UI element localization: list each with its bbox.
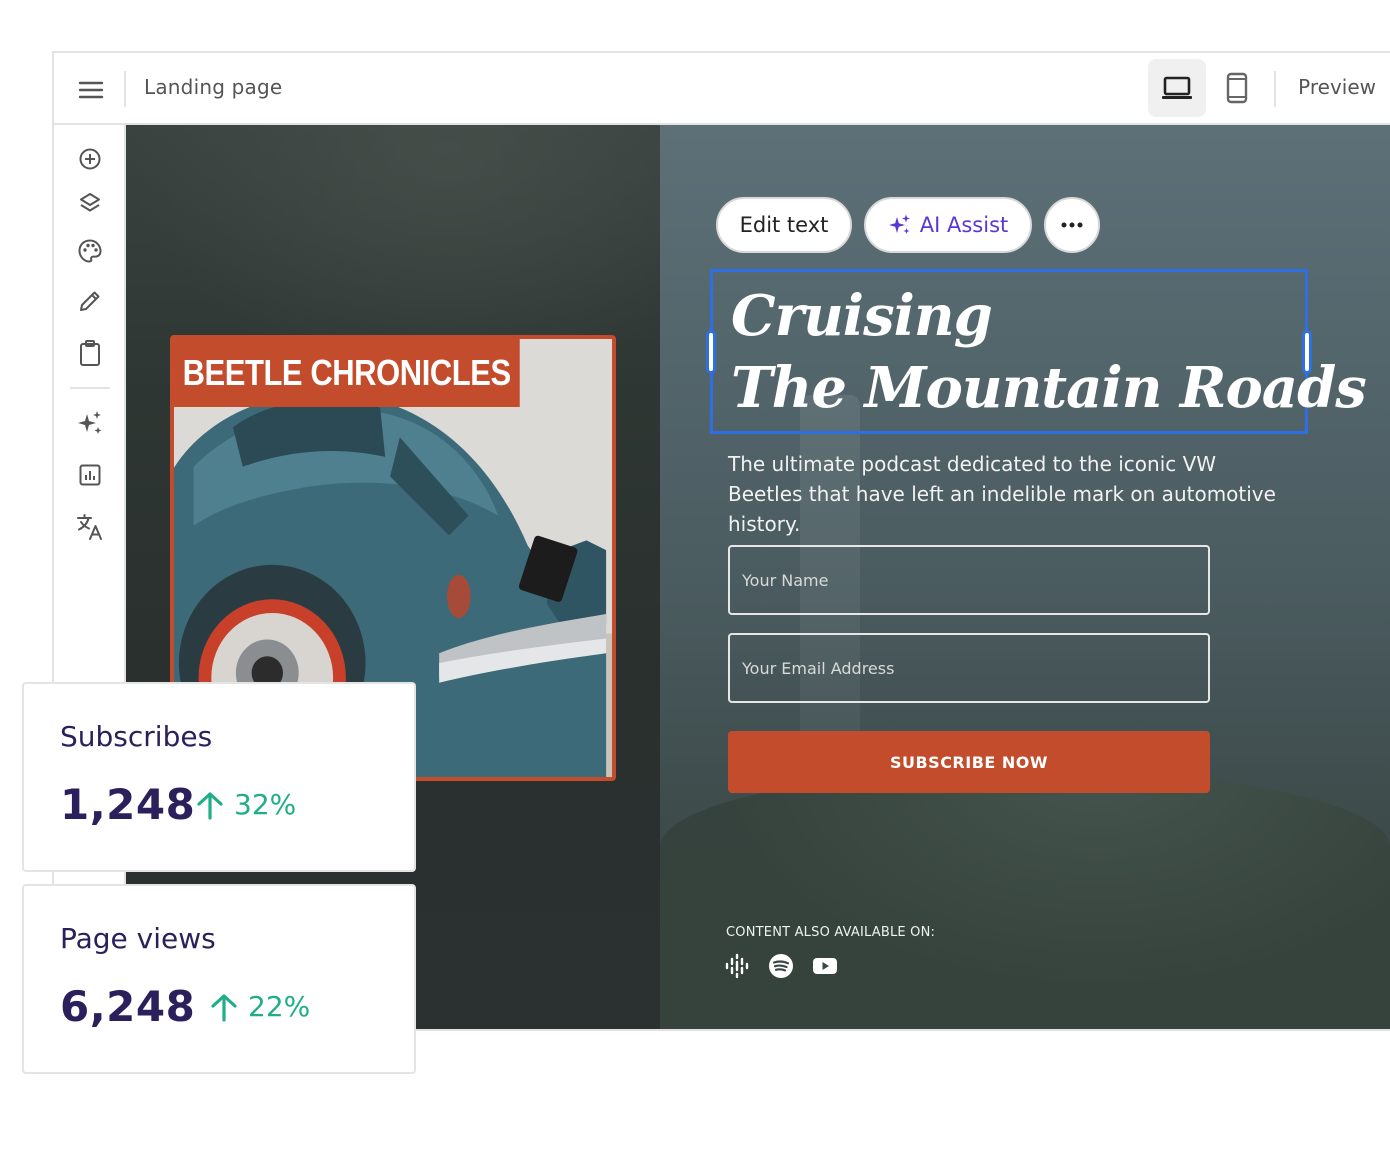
page-views-card: Page views 6,248 22% <box>22 884 416 1074</box>
mobile-view-button[interactable] <box>1208 59 1266 117</box>
menu-icon[interactable] <box>76 75 106 105</box>
name-field[interactable] <box>728 545 1210 615</box>
youtube-icon[interactable] <box>812 953 838 979</box>
name-input[interactable] <box>730 547 1208 613</box>
layers-icon[interactable] <box>72 185 108 221</box>
card-change: 22% <box>210 990 310 1023</box>
email-input[interactable] <box>730 635 1208 701</box>
sparkles-icon[interactable] <box>72 405 108 441</box>
divider <box>124 71 126 107</box>
google-podcasts-icon[interactable] <box>724 953 750 979</box>
card-title: Subscribes <box>60 720 213 753</box>
hero-headline[interactable]: Cruising The Mountain Roads <box>731 280 1367 424</box>
selected-headline-box[interactable]: Cruising The Mountain Roads <box>706 269 1367 434</box>
sidebar-divider <box>70 387 110 389</box>
more-icon <box>1061 222 1083 228</box>
subscribes-card: Subscribes 1,248 32% <box>22 682 416 872</box>
desktop-view-button[interactable] <box>1148 59 1206 117</box>
sparkles-icon <box>888 214 910 234</box>
change-value: 32% <box>234 788 297 821</box>
headline-line-2: The Mountain Roads <box>731 355 1367 421</box>
email-field[interactable] <box>728 633 1210 703</box>
hill-silhouette <box>660 769 1390 1029</box>
divider <box>1274 71 1276 107</box>
hero-description: The ultimate podcast dedicated to the ic… <box>728 452 1276 536</box>
more-options-button[interactable] <box>1044 197 1100 253</box>
subscribe-button[interactable]: SUBSCRIBE NOW <box>728 731 1210 793</box>
change-value: 22% <box>248 990 311 1023</box>
laptop-icon <box>1162 76 1192 99</box>
card-value: 1,248 <box>60 780 196 829</box>
resize-handle-left[interactable] <box>706 330 716 374</box>
card-title: Page views <box>60 922 216 955</box>
clipboard-icon[interactable] <box>72 335 108 371</box>
arrow-up-icon <box>197 791 223 820</box>
phone-icon <box>1226 72 1248 104</box>
spotify-icon[interactable] <box>768 953 794 979</box>
headline-line-1: Cruising <box>731 283 993 349</box>
availability-label: CONTENT ALSO AVAILABLE ON: <box>726 925 936 940</box>
platform-links <box>724 953 838 979</box>
preview-button[interactable]: Preview <box>1298 75 1376 99</box>
edit-text-label: Edit text <box>739 213 829 237</box>
palette-icon[interactable] <box>72 233 108 269</box>
page-title: Landing page <box>144 75 283 99</box>
top-bar: Landing page Preview <box>54 53 1390 125</box>
book-title-label: BEETLE CHRONICLES <box>174 339 520 407</box>
translate-icon[interactable] <box>72 509 108 545</box>
edit-text-button[interactable]: Edit text <box>716 197 852 253</box>
arrow-up-icon <box>211 993 237 1022</box>
ai-assist-label: AI Assist <box>919 213 1009 237</box>
card-change: 32% <box>196 788 296 821</box>
card-value: 6,248 <box>60 982 196 1031</box>
ai-assist-button[interactable]: AI Assist <box>864 197 1032 253</box>
add-icon[interactable] <box>72 141 108 177</box>
pencil-icon[interactable] <box>72 283 108 319</box>
analytics-icon[interactable] <box>72 457 108 493</box>
